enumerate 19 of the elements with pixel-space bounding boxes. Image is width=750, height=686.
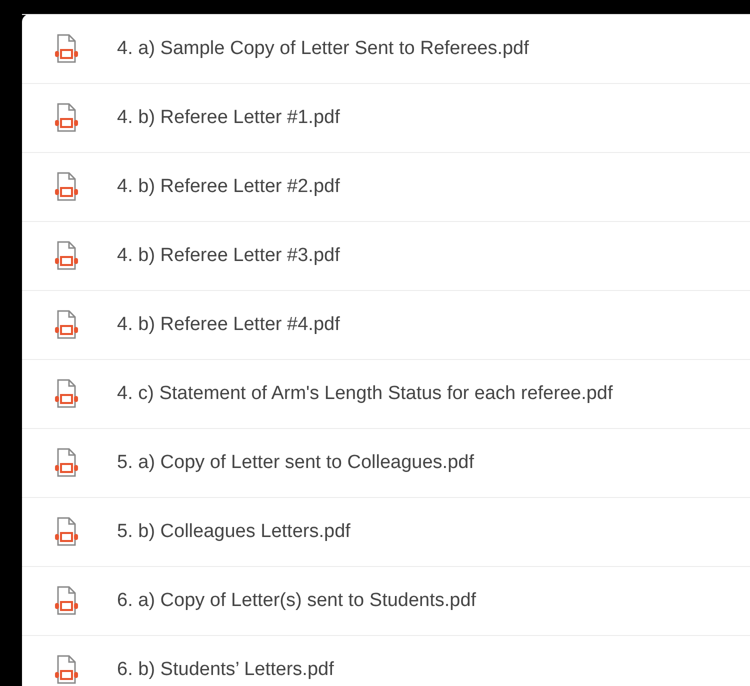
file-name[interactable]: 5. a) Copy of Letter sent to Colleagues.pdf — [117, 452, 474, 474]
pdf-file-icon — [53, 586, 79, 616]
pdf-file-icon — [53, 241, 79, 271]
file-name[interactable]: 4. b) Referee Letter #1.pdf — [117, 107, 340, 129]
file-name[interactable]: 4. a) Sample Copy of Letter Sent to Referees.pdf — [117, 38, 529, 60]
file-name[interactable]: 4. c) Statement of Arm's Length Status for each referee.pdf — [117, 383, 613, 405]
pdf-file-icon — [53, 310, 79, 340]
pdf-file-icon — [53, 103, 79, 133]
file-name[interactable]: 5. b) Colleagues Letters.pdf — [117, 521, 350, 543]
pdf-file-icon — [53, 448, 79, 478]
pdf-file-icon — [53, 172, 79, 202]
pdf-file-icon — [53, 379, 79, 409]
file-name[interactable]: 6. a) Copy of Letter(s) sent to Students.pdf — [117, 590, 476, 612]
file-name[interactable]: 4. b) Referee Letter #4.pdf — [117, 314, 340, 336]
file-name[interactable]: 4. b) Referee Letter #2.pdf — [117, 176, 340, 198]
file-name[interactable]: 6. b) Students’ Letters.pdf — [117, 659, 334, 681]
file-name[interactable]: 4. b) Referee Letter #3.pdf — [117, 245, 340, 267]
pdf-file-icon — [53, 34, 79, 64]
pdf-file-icon — [53, 517, 79, 547]
